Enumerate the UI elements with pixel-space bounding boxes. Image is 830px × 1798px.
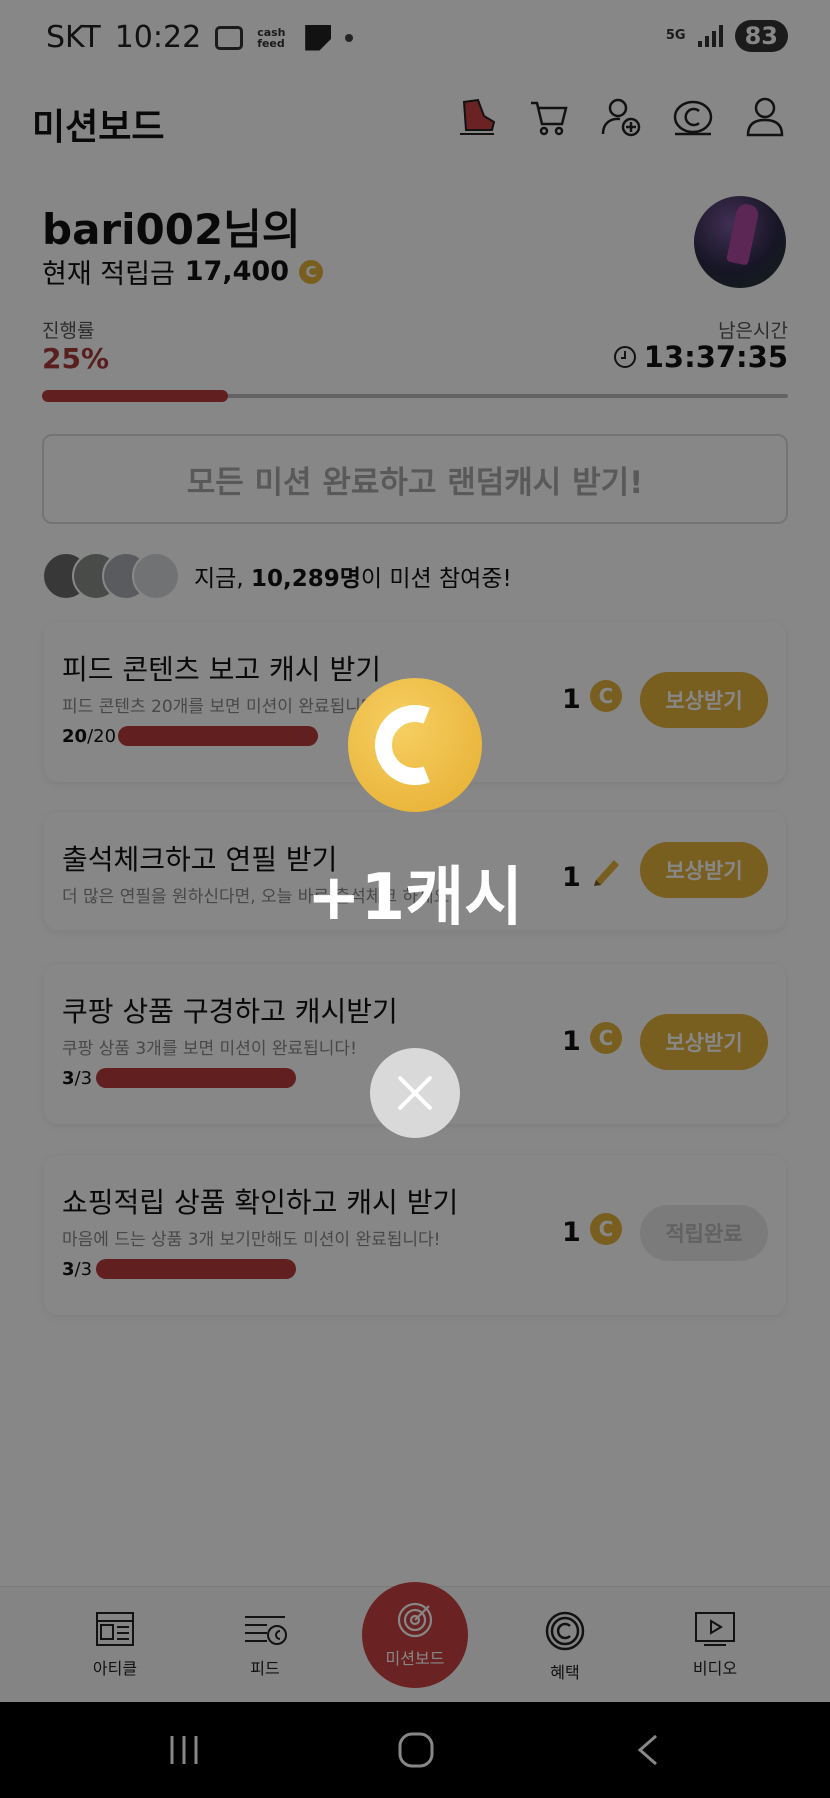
back-icon[interactable] (632, 1732, 662, 1768)
close-icon[interactable] (370, 1048, 460, 1138)
recent-apps-icon[interactable] (166, 1732, 202, 1768)
system-nav-bar (0, 1702, 830, 1798)
reward-popup-text: +1캐시 (307, 861, 523, 935)
cash-coin-icon (348, 678, 482, 812)
home-icon[interactable] (396, 1730, 436, 1770)
